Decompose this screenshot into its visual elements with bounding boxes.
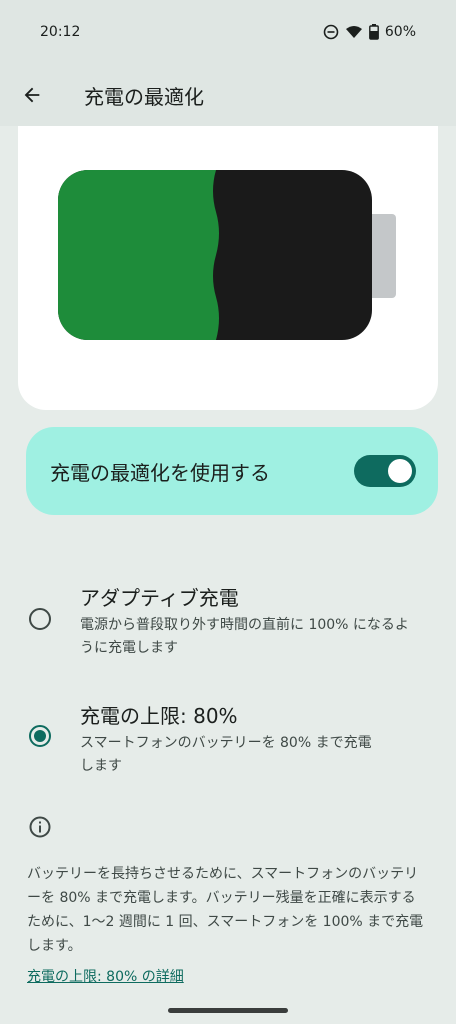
status-bar: 20:12 60% xyxy=(0,0,456,64)
option-description: スマートフォンのバッテリーを 80% まで充電します xyxy=(80,735,372,774)
info-text: バッテリーを長持ちさせるために、スマートフォンのバッテリーを 80% まで充電し… xyxy=(27,866,424,954)
option-adaptive-charging[interactable]: アダプティブ充電 電源から普段取り外す時間の直前に 100% になるように充電し… xyxy=(0,580,456,660)
radio-adaptive-charging[interactable] xyxy=(29,608,51,630)
back-button[interactable] xyxy=(0,64,64,126)
option-charge-limit[interactable]: 充電の上限: 80% スマートフォンのバッテリーを 80% まで充電します xyxy=(0,698,456,778)
battery-illustration-card xyxy=(18,126,438,410)
wifi-icon xyxy=(345,26,362,38)
info-icon xyxy=(29,816,51,838)
optimize-charging-toggle-row[interactable]: 充電の最適化を使用する xyxy=(26,427,438,515)
battery-percent: 60% xyxy=(384,24,416,40)
status-time: 20:12 xyxy=(40,24,81,40)
toggle-label: 充電の最適化を使用する xyxy=(50,460,270,485)
battery-charge-fill xyxy=(58,170,219,340)
option-title: 充電の上限: 80% xyxy=(80,704,238,728)
option-title: アダプティブ充電 xyxy=(80,586,239,610)
battery-icon xyxy=(368,24,379,40)
switch-thumb xyxy=(388,459,412,483)
arrow-back-icon xyxy=(24,87,40,103)
gesture-navigation-bar[interactable] xyxy=(168,1008,288,1013)
option-description: 電源から普段取り外す時間の直前に 100% になるように充電します xyxy=(80,617,409,656)
app-bar: 充電の最適化 xyxy=(0,64,456,126)
page-title: 充電の最適化 xyxy=(84,84,204,109)
battery-terminal xyxy=(368,214,396,298)
status-icons: 60% xyxy=(323,24,416,40)
radio-charge-limit[interactable] xyxy=(29,725,51,747)
dnd-icon xyxy=(323,24,339,40)
optimize-charging-switch[interactable] xyxy=(354,455,416,487)
learn-more-link[interactable]: 充電の上限: 80% の詳細 xyxy=(27,966,184,986)
battery-illustration xyxy=(58,170,396,340)
